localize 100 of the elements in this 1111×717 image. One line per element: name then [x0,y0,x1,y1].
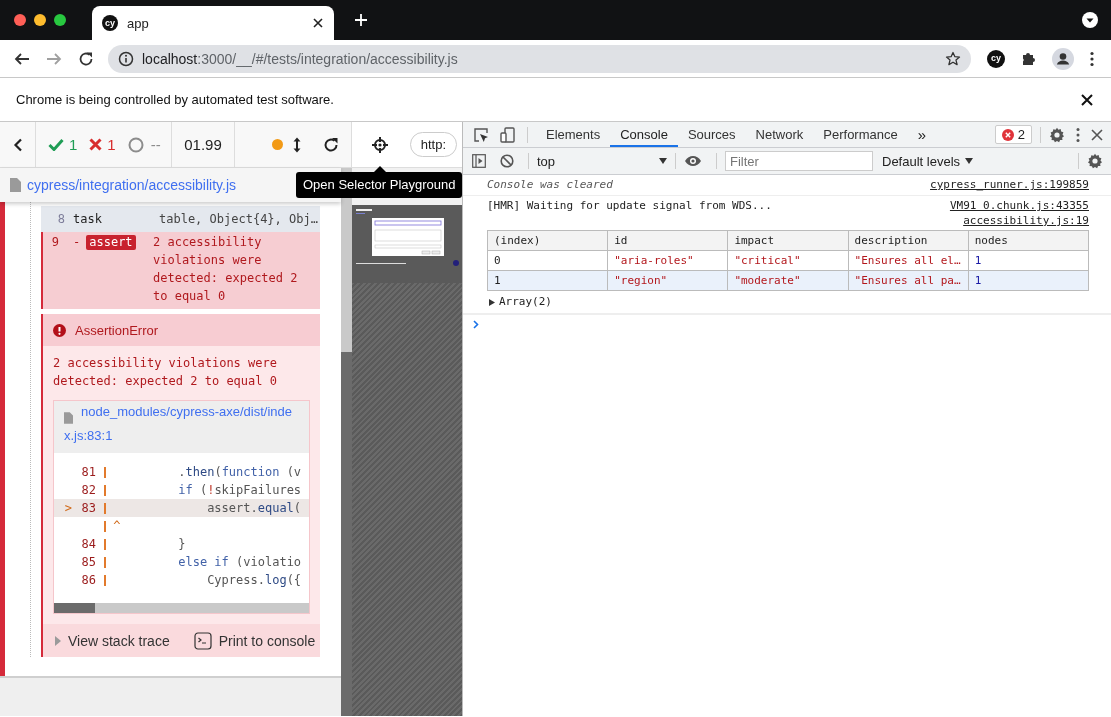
caret-icon [965,158,974,164]
console-message: Console was cleared [487,178,613,192]
menu-icon[interactable] [1090,50,1094,67]
line-number: 86 [80,572,97,589]
infobar-message: Chrome is being controlled by automated test software. [16,92,334,107]
column-header[interactable]: id [607,230,728,251]
file-icon [64,412,73,424]
close-icon[interactable] [312,17,324,29]
star-icon[interactable] [945,50,961,67]
tooltip-arrow [374,166,386,172]
table-cell: 0 [487,250,608,271]
line-number: 84 [80,536,97,553]
column-header[interactable]: nodes [968,230,1089,251]
inspect-icon[interactable] [473,126,489,143]
failed-count[interactable]: 1 [89,136,116,153]
settings-icon[interactable] [1049,126,1065,143]
code-line: assert.equal( [206,500,302,517]
devtools-tab[interactable]: Sources [677,122,746,147]
scrollbar-thumb[interactable] [54,603,95,613]
table-cell: "aria-roles" [607,250,728,271]
source-link[interactable]: VM91 0.chunk.js:43355 [949,199,1089,213]
table-cell: "Ensures all el… [848,250,969,271]
sidebar-toggle-icon[interactable] [472,154,486,168]
error-count-badge[interactable]: 2 [994,125,1032,144]
command-number: 8 [56,211,65,228]
status-dot-icon [272,139,283,150]
clear-console-icon[interactable] [500,154,514,168]
terminal-icon [193,631,212,650]
log-levels-select[interactable]: Default levels [882,153,974,169]
ring-icon [127,136,144,153]
array-toggle[interactable]: Array(2) [489,295,552,309]
prompt-chevron-icon[interactable] [473,320,479,329]
more-tabs-button[interactable]: » [907,126,937,143]
error-name: AssertionError [75,323,159,338]
tab-search-icon[interactable] [1082,12,1098,28]
tooltip: Open Selector Playground [296,172,463,198]
browser-tab[interactable]: cy app [92,6,334,40]
back-icon[interactable] [12,137,23,152]
view-stack-trace-button[interactable]: View stack trace [55,632,170,649]
devtools-tab[interactable]: Network [745,122,814,147]
column-header[interactable]: impact [727,230,849,251]
settings-icon[interactable] [1087,153,1103,169]
filter-field[interactable]: Filter [725,151,873,171]
code-line: if (!skipFailures [177,482,302,499]
command-prefix: - [73,234,81,251]
table-cell: 1 [968,250,1089,271]
print-to-console-button[interactable]: Print to console [193,631,316,650]
line-number: 81 [80,464,97,481]
more-options-icon[interactable] [1076,126,1080,143]
devtools-tab[interactable]: Elements [536,122,611,147]
command-row[interactable]: 8 task table, Object{4}, Obj… [41,206,320,232]
command-message: table, Object{4}, Obj… [159,211,319,228]
expand-triangle-icon [55,635,61,646]
close-icon[interactable] [1081,93,1093,106]
url-field[interactable]: http: [409,132,457,157]
spec-file-link[interactable]: cypress/integration/accessibility.js [27,177,237,193]
console-message: [HMR] Waiting for update signal from WDS... [487,199,772,213]
code-line: .then(function (v [177,464,302,481]
eye-icon[interactable] [684,155,702,167]
close-window-icon[interactable] [14,14,26,26]
back-icon[interactable] [14,50,30,67]
context-select[interactable]: top [537,153,667,169]
line-marker: > [63,500,72,517]
zoom-window-icon[interactable] [54,14,66,26]
address-bar[interactable]: localhost:3000/__/#/tests/integration/accessibility.js [108,44,971,73]
device-icon[interactable] [500,126,516,143]
source-link[interactable]: cypress_runner.js:199859 [930,178,1089,192]
devtools-tab[interactable]: Performance [813,122,908,147]
info-icon[interactable] [118,50,134,67]
resize-arrows-icon[interactable] [293,136,301,153]
column-header[interactable]: description [848,230,969,251]
close-icon[interactable] [1091,128,1103,141]
reload-icon[interactable] [78,50,94,67]
url-text: localhost:3000/__/#/tests/integration/accessibility.js [142,50,458,67]
code-line: ^ [112,518,121,535]
command-name: assert [86,234,136,250]
line-number: 83 [80,500,97,517]
crosshair-icon[interactable] [372,136,388,153]
command-number: 9 [50,234,59,251]
puzzle-icon[interactable] [1020,50,1036,67]
cypress-logo: cy [102,15,118,31]
cross-icon [89,138,103,151]
avatar-icon[interactable] [1052,47,1074,70]
table-cell: "critical" [727,250,849,271]
duration: 01.99 [184,136,222,153]
line-number: 85 [80,554,97,571]
new-tab-icon[interactable] [354,13,368,27]
code-line: else if (violatio [177,554,302,571]
tab-title: app [127,15,150,31]
error-message: 2 accessibility violations were detected: expected 2 to equal 0 [52,355,278,390]
code-line: } [177,536,186,553]
source-link[interactable]: accessibility.js:19 [963,214,1089,228]
minimize-window-icon[interactable] [34,14,46,26]
check-icon [48,138,64,151]
cypress-extension-logo[interactable]: cy [987,49,1005,68]
command-name: task [73,211,102,228]
restart-icon[interactable] [323,136,339,153]
file-icon [10,178,21,192]
command-row[interactable]: 9 - assert 2 accessibility violations were detected: expected 2 to equal 0 [41,232,320,309]
column-header[interactable]: (index) [487,230,608,251]
